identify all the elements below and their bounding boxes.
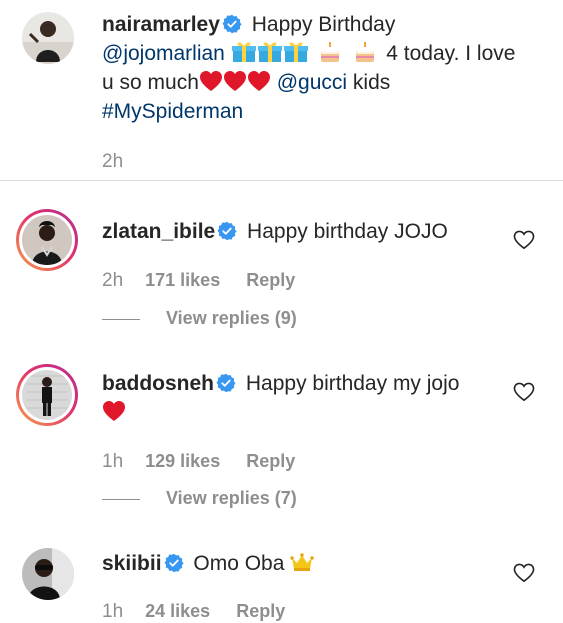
profile-photo-icon bbox=[22, 12, 74, 64]
caption-text-3: u so much bbox=[102, 71, 199, 94]
comment-meta: 1h 24 likes Reply bbox=[102, 601, 285, 623]
red-heart-emoji-icon bbox=[199, 70, 223, 92]
gift-emoji-icon bbox=[231, 41, 257, 63]
comment-likes[interactable]: 171 likes bbox=[145, 270, 220, 290]
crown-emoji-icon bbox=[290, 552, 314, 572]
comment: baddosneh Happy birthday my jojo bbox=[102, 369, 502, 427]
red-heart-emoji-icon bbox=[223, 70, 247, 92]
like-heart-icon[interactable] bbox=[513, 230, 535, 250]
comment: zlatan_ibile Happy birthday JOJO bbox=[102, 217, 502, 246]
replies-divider-line bbox=[102, 318, 140, 320]
comment-text: Happy birthday my jojo bbox=[245, 372, 460, 395]
caption-username[interactable]: nairamarley bbox=[102, 13, 220, 36]
like-heart-icon[interactable] bbox=[513, 563, 535, 583]
comment-likes[interactable]: 129 likes bbox=[145, 451, 220, 471]
caption-mention-jojomarlian[interactable]: @jojomarlian bbox=[102, 42, 225, 65]
verified-badge-icon bbox=[164, 553, 184, 573]
avatar-baddosneh[interactable] bbox=[16, 364, 78, 426]
caption-mention-gucci[interactable]: @gucci bbox=[277, 71, 347, 94]
red-heart-emoji-icon bbox=[247, 70, 271, 92]
comment-time: 1h bbox=[102, 601, 124, 622]
caption-divider bbox=[0, 180, 563, 181]
comment-username[interactable]: zlatan_ibile bbox=[102, 220, 215, 243]
caption-text-2: 4 today. I love bbox=[386, 42, 516, 65]
comment-likes[interactable]: 24 likes bbox=[145, 601, 210, 621]
post-caption: nairamarley Happy Birthday @jojomarlian … bbox=[0, 0, 563, 180]
gift-emoji-icon bbox=[283, 41, 309, 63]
comment-meta: 2h 171 likes Reply bbox=[102, 270, 295, 292]
comment-text: Happy birthday JOJO bbox=[247, 220, 448, 243]
avatar-zlatan-ibile[interactable] bbox=[16, 209, 78, 271]
gift-emoji-icon bbox=[257, 41, 283, 63]
caption-text-4: kids bbox=[352, 71, 391, 94]
view-replies-label: View replies (7) bbox=[166, 488, 297, 508]
view-replies-button[interactable]: View replies (9) bbox=[102, 308, 297, 329]
avatar-skiibii[interactable] bbox=[22, 548, 74, 600]
verified-badge-icon bbox=[216, 373, 236, 393]
like-heart-icon[interactable] bbox=[513, 382, 535, 402]
reply-button[interactable]: Reply bbox=[236, 601, 285, 621]
view-replies-label: View replies (9) bbox=[166, 308, 297, 328]
verified-badge-icon bbox=[222, 14, 242, 34]
caption-meta: 2h bbox=[102, 151, 145, 173]
red-heart-emoji-icon bbox=[102, 400, 126, 422]
birthday-cake-emoji-icon bbox=[353, 41, 377, 63]
comment-username[interactable]: baddosneh bbox=[102, 372, 214, 395]
reply-button[interactable]: Reply bbox=[246, 451, 295, 471]
comment-time: 2h bbox=[102, 270, 124, 291]
caption-text-1: Happy Birthday bbox=[251, 13, 396, 36]
verified-badge-icon bbox=[217, 221, 237, 241]
reply-button[interactable]: Reply bbox=[246, 270, 295, 290]
comment-username[interactable]: skiibii bbox=[102, 552, 162, 575]
profile-photo-icon bbox=[22, 548, 74, 600]
comment: skiibii Omo Oba bbox=[102, 549, 502, 578]
comment-meta: 1h 129 likes Reply bbox=[102, 451, 295, 473]
replies-divider-line bbox=[102, 498, 140, 500]
avatar-nairamarley[interactable] bbox=[22, 12, 74, 64]
caption-text: nairamarley Happy Birthday @jojomarlian … bbox=[102, 10, 552, 126]
profile-photo-icon bbox=[22, 370, 72, 420]
caption-hashtag[interactable]: #MySpiderman bbox=[102, 100, 243, 123]
caption-time: 2h bbox=[102, 151, 124, 172]
view-replies-button[interactable]: View replies (7) bbox=[102, 488, 297, 509]
profile-photo-icon bbox=[22, 215, 72, 265]
birthday-cake-emoji-icon bbox=[318, 41, 342, 63]
comment-text: Omo Oba bbox=[193, 552, 285, 575]
comment-time: 1h bbox=[102, 451, 124, 472]
